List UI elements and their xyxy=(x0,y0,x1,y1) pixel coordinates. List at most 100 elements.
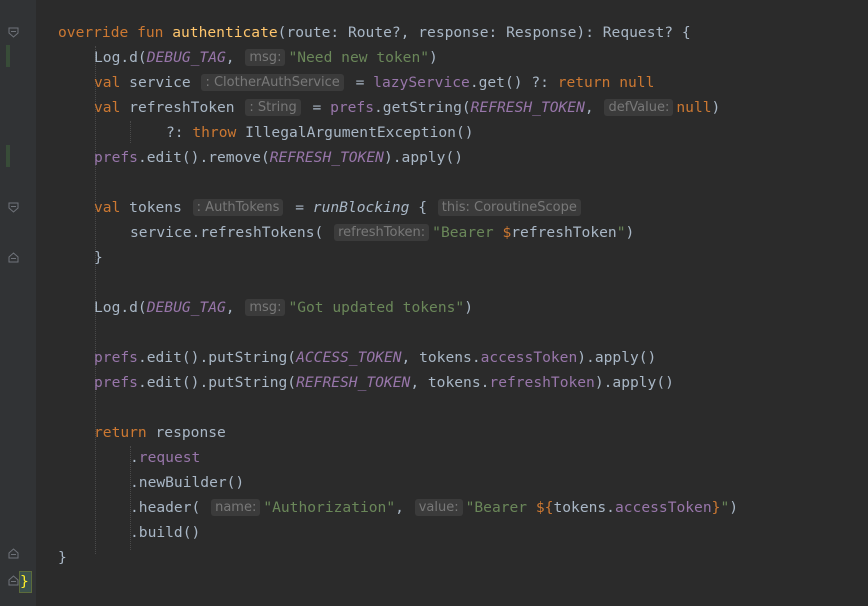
parameter-hint: value: xyxy=(414,499,463,516)
code-line[interactable]: .request xyxy=(130,445,200,470)
code-token: "Bearer xyxy=(465,499,536,516)
code-token: "Got updated tokens" xyxy=(288,299,465,316)
code-token: val xyxy=(94,74,130,91)
parameter-hint: defValue: xyxy=(604,99,674,116)
vcs-change-marker[interactable] xyxy=(6,145,10,167)
code-token: override xyxy=(58,24,138,41)
code-token: lazyService xyxy=(373,74,470,91)
code-line[interactable]: override fun authenticate(route: Route?,… xyxy=(58,20,691,45)
code-token: , xyxy=(584,99,603,116)
code-token: .build() xyxy=(130,524,201,541)
code-token: .edit().putString( xyxy=(137,374,297,391)
code-token: runBlocking xyxy=(312,199,410,216)
fold-toggle-icon[interactable] xyxy=(8,27,19,38)
code-token: . xyxy=(130,449,139,466)
code-token: return xyxy=(94,424,156,441)
parameter-hint: msg: xyxy=(245,299,286,316)
code-token: refreshToken xyxy=(511,224,617,241)
fold-end-icon[interactable] xyxy=(8,252,19,263)
code-token: ).apply() xyxy=(383,149,464,166)
code-token: prefs xyxy=(330,99,374,116)
code-token: .newBuilder() xyxy=(130,474,245,491)
code-token: prefs xyxy=(94,374,138,391)
code-line[interactable]: ?: throw IllegalArgumentException() xyxy=(166,120,474,145)
code-line[interactable]: return response xyxy=(94,420,226,445)
code-token: ).apply() xyxy=(594,374,674,391)
code-token: } xyxy=(94,249,103,266)
code-token: refreshToken xyxy=(129,99,244,116)
code-token: { xyxy=(409,199,436,216)
code-line[interactable]: val service : ClotherAuthService = lazyS… xyxy=(94,70,654,95)
code-token: ) xyxy=(711,99,721,116)
code-token: ) xyxy=(625,224,635,241)
code-line[interactable]: .newBuilder() xyxy=(130,470,244,495)
code-token: tokens xyxy=(129,199,191,216)
code-line[interactable]: prefs.edit().putString(ACCESS_TOKEN, tok… xyxy=(94,345,656,370)
code-token: refreshToken xyxy=(489,374,595,391)
parameter-hint: this: CoroutineScope xyxy=(437,199,581,216)
code-token: = xyxy=(286,199,313,216)
code-token: ${ xyxy=(535,499,554,516)
code-token: REFRESH_TOKEN xyxy=(296,374,411,391)
code-token: null xyxy=(676,99,712,116)
code-token: request xyxy=(138,449,201,466)
parameter-hint: name: xyxy=(211,499,261,516)
code-line[interactable]: .header( name: "Authorization", value: "Be… xyxy=(130,495,738,520)
code-token: service xyxy=(129,74,200,91)
parameter-hint: : ClotherAuthService xyxy=(201,74,344,91)
code-line[interactable]: } xyxy=(58,545,67,570)
code-token: = xyxy=(303,99,331,116)
code-line[interactable]: } xyxy=(94,245,103,270)
parameter-hint: : AuthTokens xyxy=(192,199,284,216)
gutter-separator xyxy=(36,0,37,606)
code-token: ) xyxy=(429,49,438,66)
closing-brace: } xyxy=(20,573,29,590)
code-token: val xyxy=(94,199,130,216)
code-token: ) xyxy=(464,299,473,316)
code-token: IllegalArgumentException() xyxy=(245,124,474,141)
code-token: ACCESS_TOKEN xyxy=(296,349,402,366)
code-token: " xyxy=(616,224,626,241)
code-token: } xyxy=(58,549,67,566)
code-token: prefs xyxy=(94,149,138,166)
vcs-change-marker[interactable] xyxy=(6,45,10,67)
fold-toggle-icon[interactable] xyxy=(8,202,19,213)
code-area[interactable]: override fun authenticate(route: Route?,… xyxy=(58,0,868,606)
fold-end-icon[interactable] xyxy=(8,575,19,586)
code-line[interactable]: Log.d(DEBUG_TAG, msg: "Need new token") xyxy=(94,45,438,70)
code-token: ).apply() xyxy=(577,349,657,366)
code-token: ) xyxy=(729,499,739,516)
fold-end-icon[interactable] xyxy=(8,548,19,559)
code-token: throw xyxy=(192,124,246,141)
code-token: val xyxy=(94,99,130,116)
code-token: .get() ?: xyxy=(469,74,558,91)
code-token: " xyxy=(720,499,730,516)
code-token: , xyxy=(225,299,244,316)
code-token: , tokens. xyxy=(410,374,490,391)
code-token: .header( xyxy=(130,499,210,516)
code-token: Log.d( xyxy=(94,299,147,316)
code-token: return null xyxy=(557,74,655,91)
code-token: fun xyxy=(137,24,173,41)
code-line[interactable]: prefs.edit().putString(REFRESH_TOKEN, to… xyxy=(94,370,674,395)
code-token: authenticate xyxy=(172,24,278,41)
code-line[interactable]: val refreshToken : String = prefs.getStr… xyxy=(94,95,720,120)
code-token: , xyxy=(225,49,244,66)
code-token: $ xyxy=(502,224,512,241)
code-token: .edit().putString( xyxy=(137,349,297,366)
code-line[interactable]: service.refreshTokens( refreshToken: "Bea… xyxy=(130,220,634,245)
code-token: DEBUG_TAG xyxy=(146,299,226,316)
code-line[interactable]: prefs.edit().remove(REFRESH_TOKEN).apply… xyxy=(94,145,463,170)
code-token: accessToken xyxy=(614,499,712,516)
parameter-hint: : String xyxy=(245,99,301,116)
code-token: ?: xyxy=(166,124,193,141)
code-token: .edit().remove( xyxy=(137,149,270,166)
code-line[interactable]: Log.d(DEBUG_TAG, msg: "Got updated tokens… xyxy=(94,295,473,320)
code-line[interactable]: val tokens : AuthTokens = runBlocking { … xyxy=(94,195,584,220)
code-line[interactable]: .build() xyxy=(130,520,200,545)
matched-brace-highlight: } xyxy=(19,571,32,593)
code-token: Log.d( xyxy=(94,49,147,66)
code-token: response xyxy=(155,424,226,441)
parameter-hint: refreshToken: xyxy=(334,224,430,241)
code-token: = xyxy=(346,74,374,91)
